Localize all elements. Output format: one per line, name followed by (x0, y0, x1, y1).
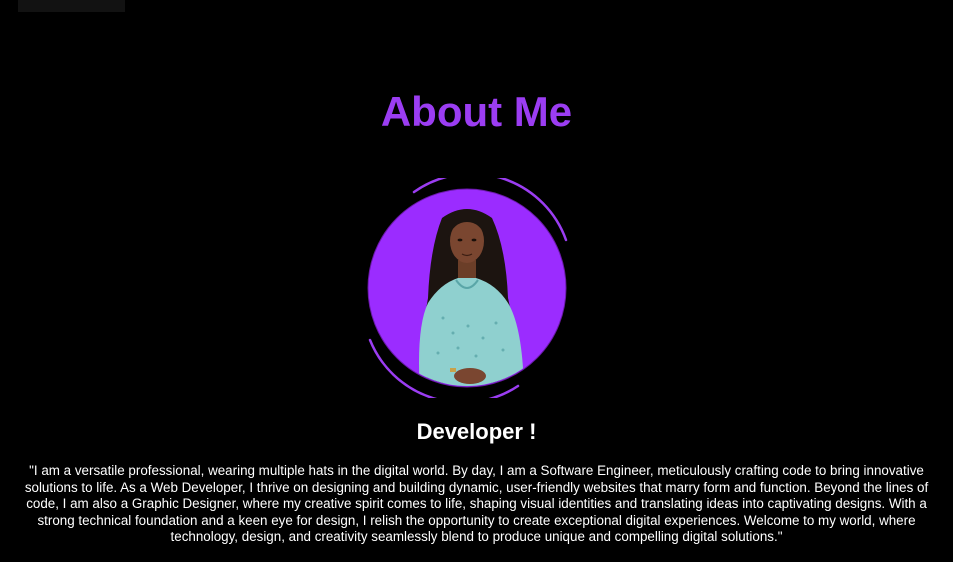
role-heading: Developer ! (416, 419, 537, 444)
about-page: About Me Developer ! "I am a versatile p… (0, 0, 953, 562)
top-bar-fragment (18, 0, 125, 12)
page-title: About Me (380, 88, 573, 135)
profile-photo-icon (367, 178, 568, 398)
bio-text: "I am a versatile professional, wearing … (24, 463, 929, 544)
avatar (358, 178, 578, 398)
